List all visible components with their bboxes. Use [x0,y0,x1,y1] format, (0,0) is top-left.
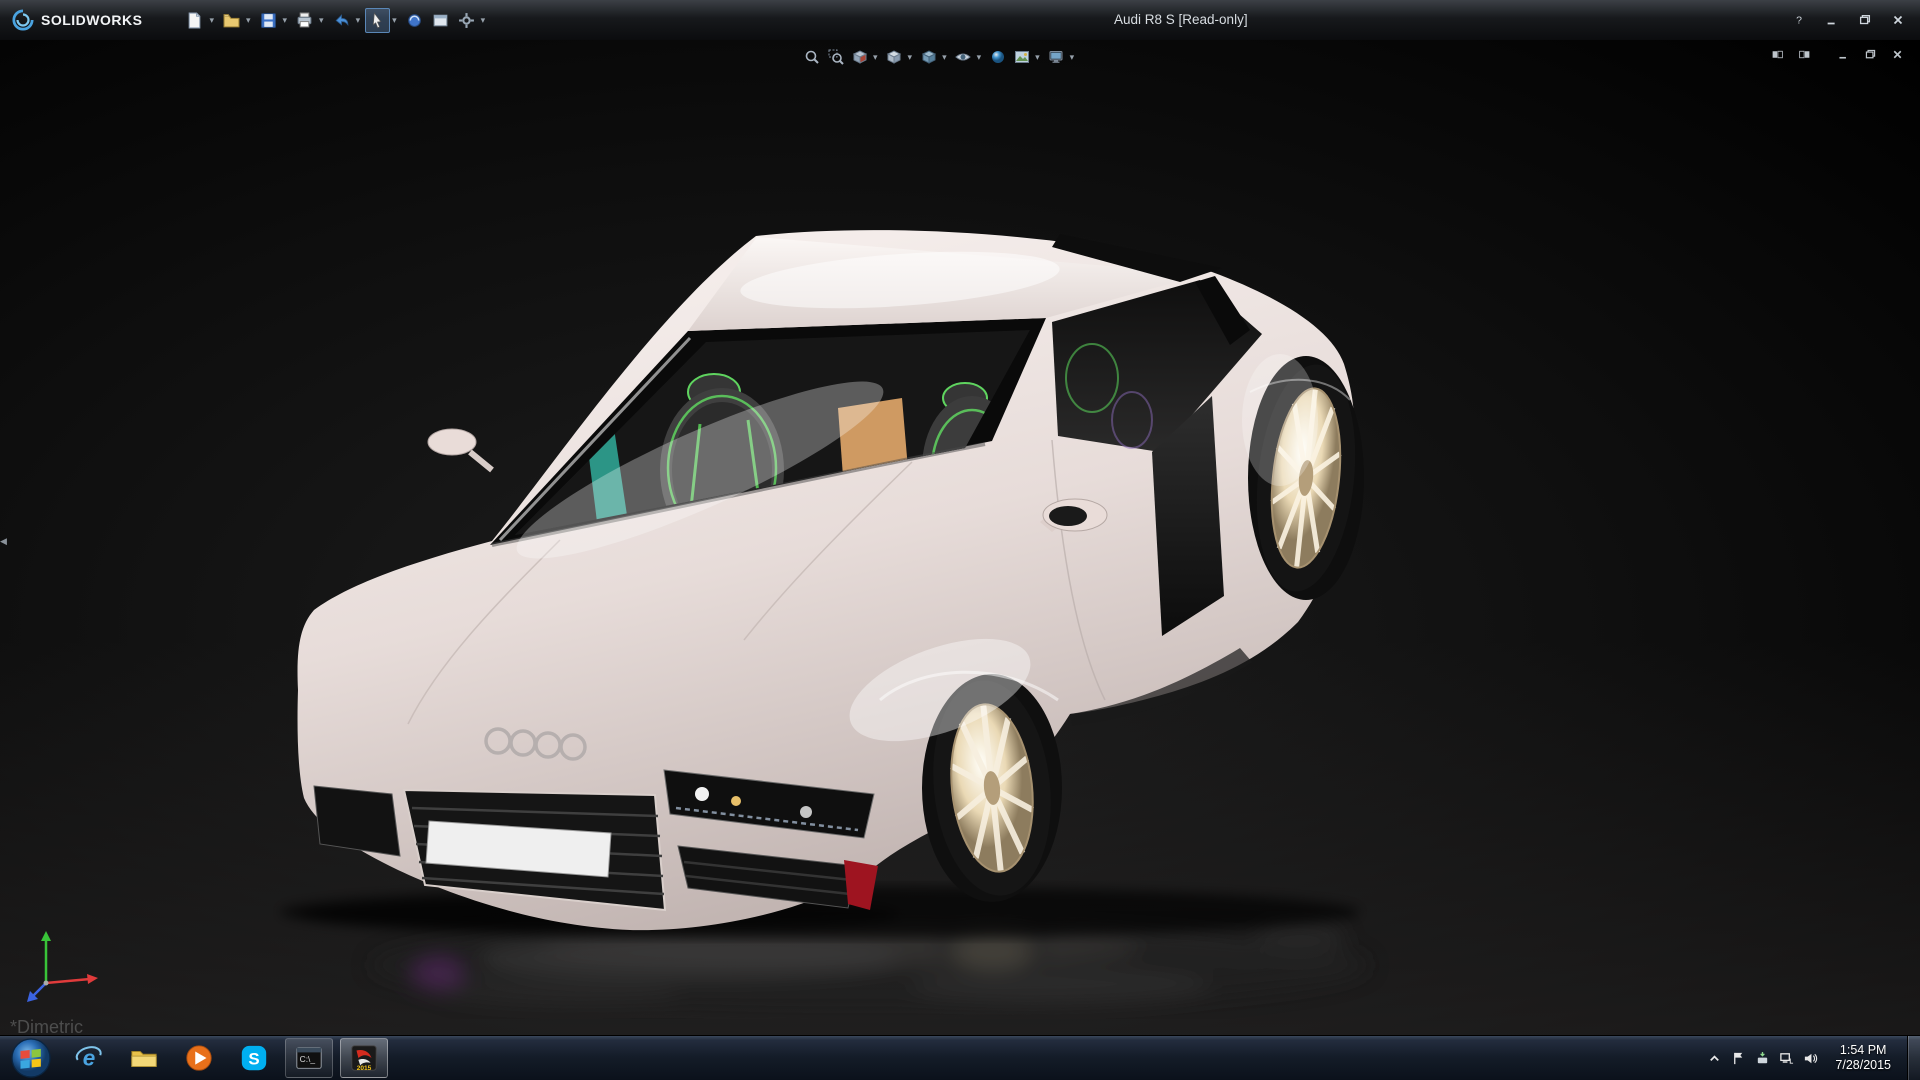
print[interactable] [292,8,317,33]
media-player[interactable] [175,1038,223,1078]
close[interactable] [1888,10,1908,30]
display-style-caret[interactable]: ▾ [942,52,947,63]
internet-explorer[interactable]: e [65,1038,113,1078]
main-toolbar: ▾ ▾ ▾ ▾ ▾ ▾ ▾ [182,8,489,33]
hide-show-items-caret[interactable]: ▾ [977,52,982,63]
system-tray: 1:54 PM 7/28/2015 [1699,1036,1920,1080]
save-caret[interactable]: ▾ [283,15,288,26]
select-tool[interactable] [365,8,390,33]
apply-scene[interactable] [1010,45,1033,70]
clock-time: 1:54 PM [1835,1043,1891,1058]
window-title: Audi R8 S [Read-only] [1114,0,1248,40]
graphics-area-3d-scene[interactable] [0,40,1920,1035]
undo[interactable] [329,8,354,33]
graphics-viewport[interactable]: ▾ ▾ ▾ ▾ ▾ ▾ ◀ *Dimetric [0,40,1920,1035]
edit-appearance[interactable] [986,45,1009,70]
hide-show-items[interactable] [952,45,975,70]
new-document[interactable] [182,8,207,33]
command-prompt[interactable]: C:\_ [285,1038,333,1078]
window-controls: ? [1789,0,1908,40]
windows-explorer[interactable] [120,1038,168,1078]
save[interactable] [256,8,281,33]
undo-caret[interactable]: ▾ [356,15,361,26]
doc-pane-left[interactable] [1768,45,1786,63]
solidworks-logo: SOLIDWORKS [0,0,154,40]
view-orientation[interactable] [883,45,906,70]
action-center-flag[interactable] [1727,1043,1749,1073]
network[interactable] [1775,1043,1797,1073]
taskbar: e S C:\_ 2015 1:54 PM 7/28/2015 [0,1035,1920,1080]
apply-scene-caret[interactable]: ▾ [1035,52,1040,63]
maximize[interactable] [1855,10,1875,30]
zoom-area[interactable] [824,45,847,70]
display-style[interactable] [917,45,940,70]
system-clock[interactable]: 1:54 PM 7/28/2015 [1827,1043,1901,1073]
ds-logo-icon [12,9,34,31]
open-document[interactable] [219,8,244,33]
options-caret[interactable]: ▾ [481,15,486,26]
svg-text:?: ? [1796,15,1802,27]
clock-date: 7/28/2015 [1835,1058,1891,1073]
doc-restore[interactable] [1861,45,1879,63]
tray-icons [1699,1036,1821,1080]
headsup-view-toolbar: ▾ ▾ ▾ ▾ ▾ ▾ [800,43,1078,71]
safely-remove-hardware[interactable] [1751,1043,1773,1073]
svg-text:2015: 2015 [357,1065,372,1072]
solidworks-2015[interactable]: 2015 [340,1038,388,1078]
show-desktop-button[interactable] [1907,1036,1920,1080]
volume[interactable] [1799,1043,1821,1073]
section-view[interactable] [848,45,871,70]
brand-text: SOLIDWORKS [41,12,142,28]
orientation-triad [24,925,104,1005]
help[interactable]: ? [1789,10,1809,30]
left-side-mirror[interactable] [428,429,492,470]
svg-text:S: S [248,1050,259,1069]
start-button[interactable] [4,1038,58,1078]
tray-expand[interactable] [1703,1043,1725,1073]
view-orientation-label: *Dimetric [10,1017,83,1035]
doc-minimize[interactable] [1834,45,1852,63]
svg-text:C:\_: C:\_ [300,1054,316,1064]
new-document-caret[interactable]: ▾ [209,15,214,26]
titlebar: SOLIDWORKS ▾ ▾ ▾ ▾ ▾ ▾ ▾ Audi R8 S [Read-only]… [0,0,1920,40]
solidworks-window: SOLIDWORKS ▾ ▾ ▾ ▾ ▾ ▾ ▾ Audi R8 S [Read-only]… [0,0,1920,1080]
left-intake[interactable] [314,786,400,856]
skype[interactable]: S [230,1038,278,1078]
view-orientation-caret[interactable]: ▾ [908,52,913,63]
options[interactable] [454,8,479,33]
feature-panel-collapse-arrow[interactable]: ◀ [0,528,12,554]
minimize[interactable] [1822,10,1842,30]
open-document-caret[interactable]: ▾ [246,15,251,26]
select-tool-caret[interactable]: ▾ [392,15,397,26]
document-window-controls [1768,45,1906,63]
taskbar-items: e S C:\_ 2015 [0,1036,388,1080]
doc-pane-right[interactable] [1795,45,1813,63]
file-properties[interactable] [428,8,453,33]
print-caret[interactable]: ▾ [319,15,324,26]
view-settings-caret[interactable]: ▾ [1070,52,1075,63]
rotate-view[interactable] [402,8,427,33]
view-settings[interactable] [1045,45,1068,70]
zoom-fit[interactable] [800,45,823,70]
section-view-caret[interactable]: ▾ [873,52,878,63]
doc-close[interactable] [1888,45,1906,63]
